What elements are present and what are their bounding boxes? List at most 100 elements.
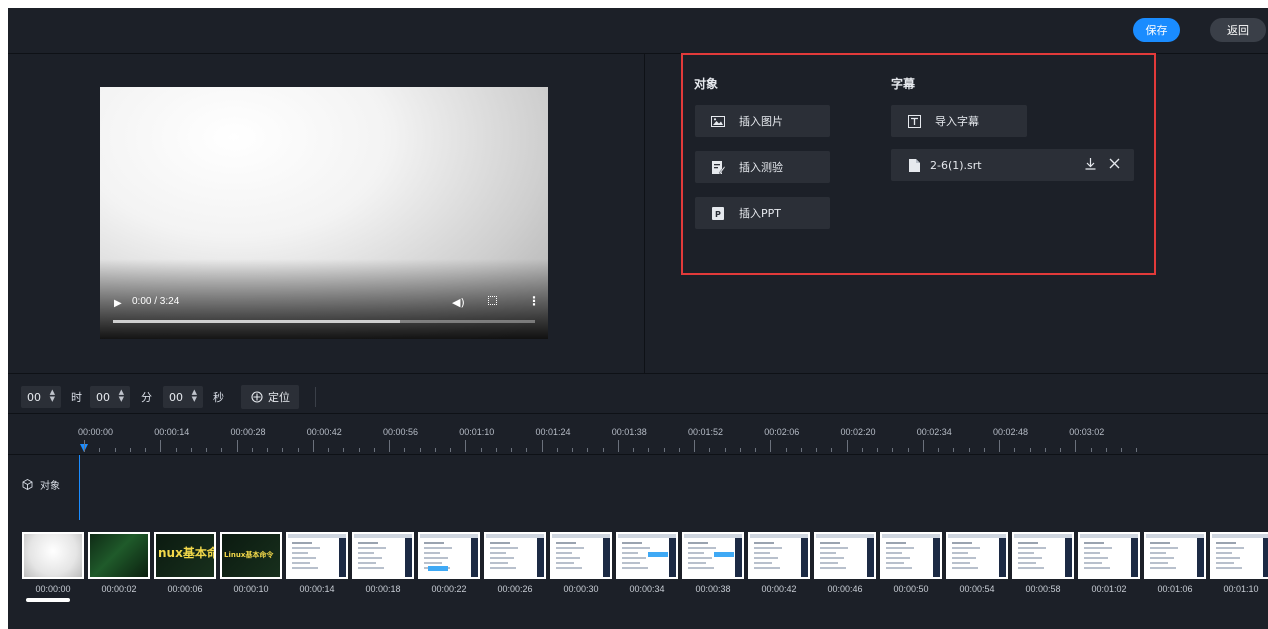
- ruler-minor-tick: [800, 448, 802, 452]
- ruler-minor-tick: [1121, 448, 1122, 452]
- video-editor: 保存 返回 ▶ 0:00 / 3:24 ◀) ⋮ 对象 字幕 插入图片 插入测验…: [8, 8, 1268, 629]
- seconds-unit: 秒: [213, 391, 224, 404]
- thumbnail-frame[interactable]: [484, 532, 546, 579]
- thumbnail-frame[interactable]: [286, 532, 348, 579]
- thumbnail-frame[interactable]: [946, 532, 1008, 579]
- thumbnail-scrollbar[interactable]: [26, 598, 70, 602]
- thumbnail-frame[interactable]: [550, 532, 612, 579]
- save-button[interactable]: 保存: [1133, 18, 1180, 42]
- ruler-major-tick: [84, 440, 85, 452]
- subtitle-file-row: 2-6(1).srt: [891, 149, 1134, 181]
- subtitle-file-name: 2-6(1).srt: [930, 158, 982, 172]
- thumbnail-frame[interactable]: [88, 532, 150, 579]
- ruler-minor-tick: [328, 448, 329, 452]
- thumbnail-time-label: 00:00:22: [431, 584, 467, 594]
- import-subtitle-button[interactable]: 导入字幕: [891, 105, 1027, 137]
- insert-ppt-label: 插入PPT: [739, 207, 781, 220]
- close-icon[interactable]: [1109, 158, 1120, 169]
- play-icon[interactable]: ▶: [114, 298, 122, 309]
- ruler-minor-tick: [724, 448, 726, 452]
- insert-image-label: 插入图片: [739, 115, 783, 128]
- thumbnail-frame[interactable]: [814, 532, 876, 579]
- timeline-ruler[interactable]: 00:00:00 00:00:14 00:00:28 00:00:42 00:00:56…: [8, 413, 1268, 455]
- fullscreen-icon[interactable]: [488, 296, 497, 305]
- thumbnail-time-label: 00:01:10: [1223, 584, 1259, 594]
- ruler-major-tick: [694, 440, 695, 452]
- time-locator-bar: 00 ▲ ▼ 时 00 ▲ ▼ 分 00 ▲ ▼ 秒 定位: [8, 373, 1268, 413]
- thumbnail-frame[interactable]: [352, 532, 414, 579]
- ruler-minor-tick: [739, 448, 741, 452]
- thumbnail-frame[interactable]: [880, 532, 942, 579]
- thumbnail-frame[interactable]: [1078, 532, 1140, 579]
- thumbnail-time-label: 00:00:58: [1025, 584, 1061, 594]
- ruler-minor-tick: [1029, 448, 1031, 452]
- thumbnail-frame-text: Linux基本命令: [224, 551, 274, 559]
- playhead-line: [79, 455, 80, 530]
- ruler-time-label: 00:00:14: [154, 427, 190, 437]
- ruler-time-label: 00:00:28: [230, 427, 266, 437]
- ruler-minor-tick: [1105, 448, 1107, 452]
- ruler-time-label: 00:02:34: [916, 427, 952, 437]
- stepper-icon[interactable]: ▲ ▼: [192, 389, 197, 403]
- insert-quiz-button[interactable]: 插入测验: [695, 151, 830, 183]
- ppt-icon: P: [711, 206, 725, 220]
- quiz-edit-icon: [711, 160, 725, 174]
- ruler-time-label: 00:01:38: [611, 427, 647, 437]
- back-button[interactable]: 返回: [1210, 18, 1266, 42]
- thumbnail-frame[interactable]: nux基本命: [154, 532, 216, 579]
- thumbnail-time-label: 00:00:26: [497, 584, 533, 594]
- ruler-time-label: 00:02:20: [840, 427, 876, 437]
- thumbnail-time-label: 00:00:50: [893, 584, 929, 594]
- ruler-time-label: 00:01:52: [688, 427, 724, 437]
- stepper-icon[interactable]: ▲ ▼: [50, 389, 55, 403]
- ruler-minor-tick: [877, 448, 878, 452]
- thumbnail-strip: 00:00:00 00:00:02 nux基本命 00:00:06 Linux基本命令 0…: [8, 520, 1268, 629]
- insert-image-button[interactable]: 插入图片: [695, 105, 830, 137]
- volume-icon[interactable]: ◀): [452, 296, 465, 309]
- ruler-minor-tick: [221, 448, 223, 452]
- thumbnail-frame[interactable]: [1012, 532, 1074, 579]
- thumbnail-time-label: 00:01:06: [1157, 584, 1193, 594]
- thumbnail-frame[interactable]: [22, 532, 84, 579]
- ruler-major-tick: [770, 440, 772, 452]
- ruler-minor-tick: [190, 448, 192, 452]
- thumbnail-frame[interactable]: [616, 532, 678, 579]
- ruler-major-tick: [1075, 440, 1077, 452]
- ruler-minor-tick: [572, 448, 573, 452]
- thumbnail-time-label: 00:00:42: [761, 584, 797, 594]
- ruler-major-tick: [999, 440, 1000, 452]
- ruler-minor-tick: [297, 448, 299, 452]
- thumbnail-frame[interactable]: [1144, 532, 1206, 579]
- ruler-minor-tick: [556, 448, 558, 452]
- ruler-time-label: 00:00:56: [383, 427, 419, 437]
- ruler-minor-tick: [1060, 448, 1061, 452]
- seconds-input[interactable]: 00 ▲ ▼: [163, 386, 203, 408]
- ruler-minor-tick: [145, 448, 146, 452]
- thumbnail-frame[interactable]: [1210, 532, 1268, 579]
- stepper-icon[interactable]: ▲ ▼: [119, 389, 124, 403]
- ruler-minor-tick: [892, 448, 894, 452]
- ruler-minor-tick: [587, 448, 589, 452]
- ruler-minor-tick: [206, 448, 207, 452]
- ruler-minor-tick: [1044, 448, 1046, 452]
- more-options-icon[interactable]: ⋮: [528, 294, 540, 308]
- download-icon[interactable]: [1085, 158, 1096, 170]
- thumbnail-frame[interactable]: [682, 532, 744, 579]
- minutes-input[interactable]: 00 ▲ ▼: [90, 386, 130, 408]
- insert-ppt-button[interactable]: P 插入PPT: [695, 197, 830, 229]
- thumbnail-frame[interactable]: [748, 532, 810, 579]
- ruler-minor-tick: [633, 448, 634, 452]
- video-player[interactable]: ▶ 0:00 / 3:24 ◀) ⋮: [100, 87, 548, 339]
- thumbnail-time-label: 00:00:46: [827, 584, 863, 594]
- import-subtitle-label: 导入字幕: [935, 115, 979, 128]
- thumbnail-time-label: 00:00:02: [101, 584, 137, 594]
- hours-input[interactable]: 00 ▲ ▼: [21, 386, 61, 408]
- thumbnail-frame[interactable]: [418, 532, 480, 579]
- cube-icon: [22, 479, 33, 490]
- thumbnail-frame[interactable]: Linux基本命令: [220, 532, 282, 579]
- video-progress-bar[interactable]: [113, 320, 535, 323]
- svg-text:P: P: [715, 210, 721, 219]
- locate-button[interactable]: 定位: [241, 385, 299, 409]
- ruler-minor-tick: [480, 448, 482, 452]
- subtitles-title: 字幕: [891, 77, 916, 91]
